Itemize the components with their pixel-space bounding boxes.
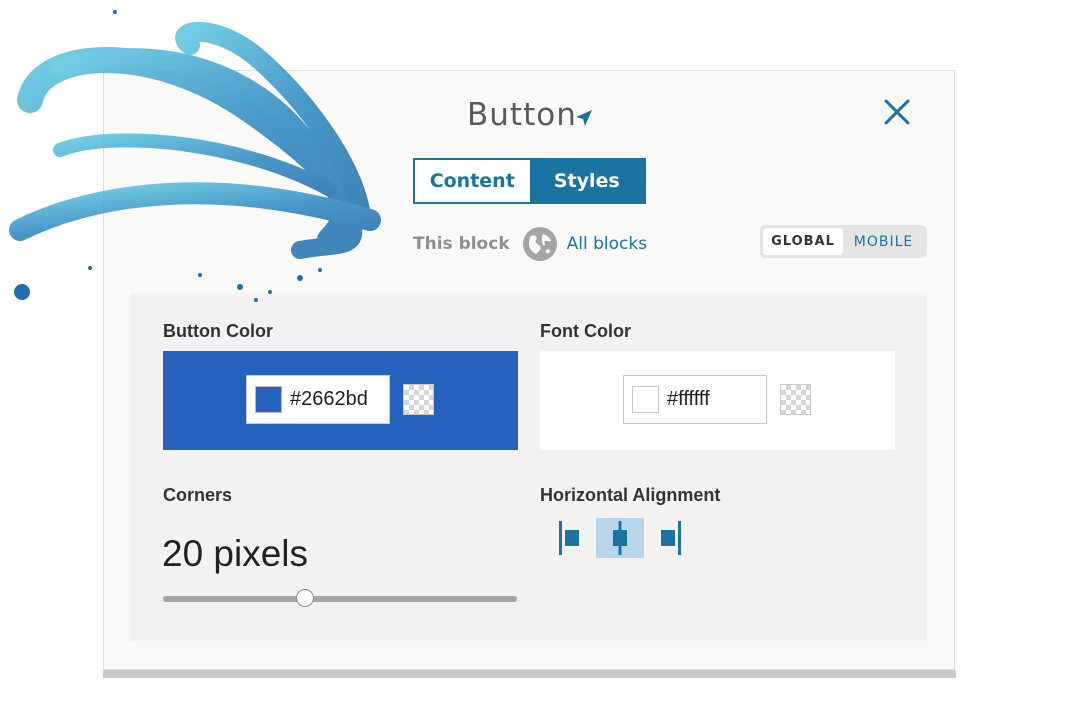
horizontal-alignment-group bbox=[546, 518, 696, 558]
font-color-swatch[interactable] bbox=[632, 386, 659, 413]
button-color-transparent-icon[interactable] bbox=[403, 384, 434, 415]
button-color-hex-input[interactable]: #2662bd bbox=[246, 375, 390, 424]
device-toggle: GLOBAL MOBILE bbox=[760, 225, 927, 258]
align-center-icon bbox=[613, 521, 627, 555]
block-scope-selector: This block All blocks bbox=[413, 226, 647, 262]
globe-icon[interactable] bbox=[522, 226, 558, 262]
align-center-button[interactable] bbox=[596, 518, 644, 558]
corners-slider[interactable] bbox=[163, 589, 517, 607]
device-global-button[interactable]: GLOBAL bbox=[763, 228, 843, 255]
font-color-transparent-icon[interactable] bbox=[780, 384, 811, 415]
horizontal-alignment-label: Horizontal Alignment bbox=[540, 485, 721, 505]
button-color-label: Button Color bbox=[163, 321, 273, 341]
font-color-label: Font Color bbox=[540, 321, 631, 341]
panel-shadow bbox=[103, 670, 956, 678]
this-block-option[interactable]: This block bbox=[413, 234, 510, 254]
corners-value: 20 pixels bbox=[162, 533, 309, 574]
align-right-icon bbox=[661, 521, 681, 555]
all-blocks-option[interactable]: All blocks bbox=[567, 234, 647, 254]
close-icon[interactable] bbox=[882, 97, 912, 127]
corners-slider-thumb[interactable] bbox=[295, 589, 314, 607]
style-settings-section: Button Color #2662bd Font Color #ffffff … bbox=[130, 293, 927, 641]
button-color-hex-value: #2662bd bbox=[290, 388, 368, 410]
device-mobile-button[interactable]: MOBILE bbox=[843, 234, 924, 250]
font-color-hex-input[interactable]: #ffffff bbox=[623, 375, 767, 424]
font-color-hex-value: #ffffff bbox=[667, 388, 710, 410]
tab-styles[interactable]: Styles bbox=[529, 160, 644, 202]
tab-content[interactable]: Content bbox=[415, 160, 530, 202]
button-color-preview: #2662bd bbox=[163, 351, 518, 450]
align-left-icon bbox=[559, 521, 579, 555]
align-left-button[interactable] bbox=[546, 518, 594, 558]
corners-label: Corners bbox=[163, 485, 233, 505]
content-styles-tabs: Content Styles bbox=[413, 158, 646, 204]
button-settings-panel: Button Content Styles This block All blo… bbox=[103, 70, 955, 670]
navigation-arrow-icon bbox=[576, 110, 592, 126]
font-color-preview: #ffffff bbox=[540, 351, 895, 450]
panel-title: Button bbox=[467, 97, 577, 133]
align-right-button[interactable] bbox=[646, 518, 694, 558]
button-color-swatch[interactable] bbox=[255, 386, 282, 413]
